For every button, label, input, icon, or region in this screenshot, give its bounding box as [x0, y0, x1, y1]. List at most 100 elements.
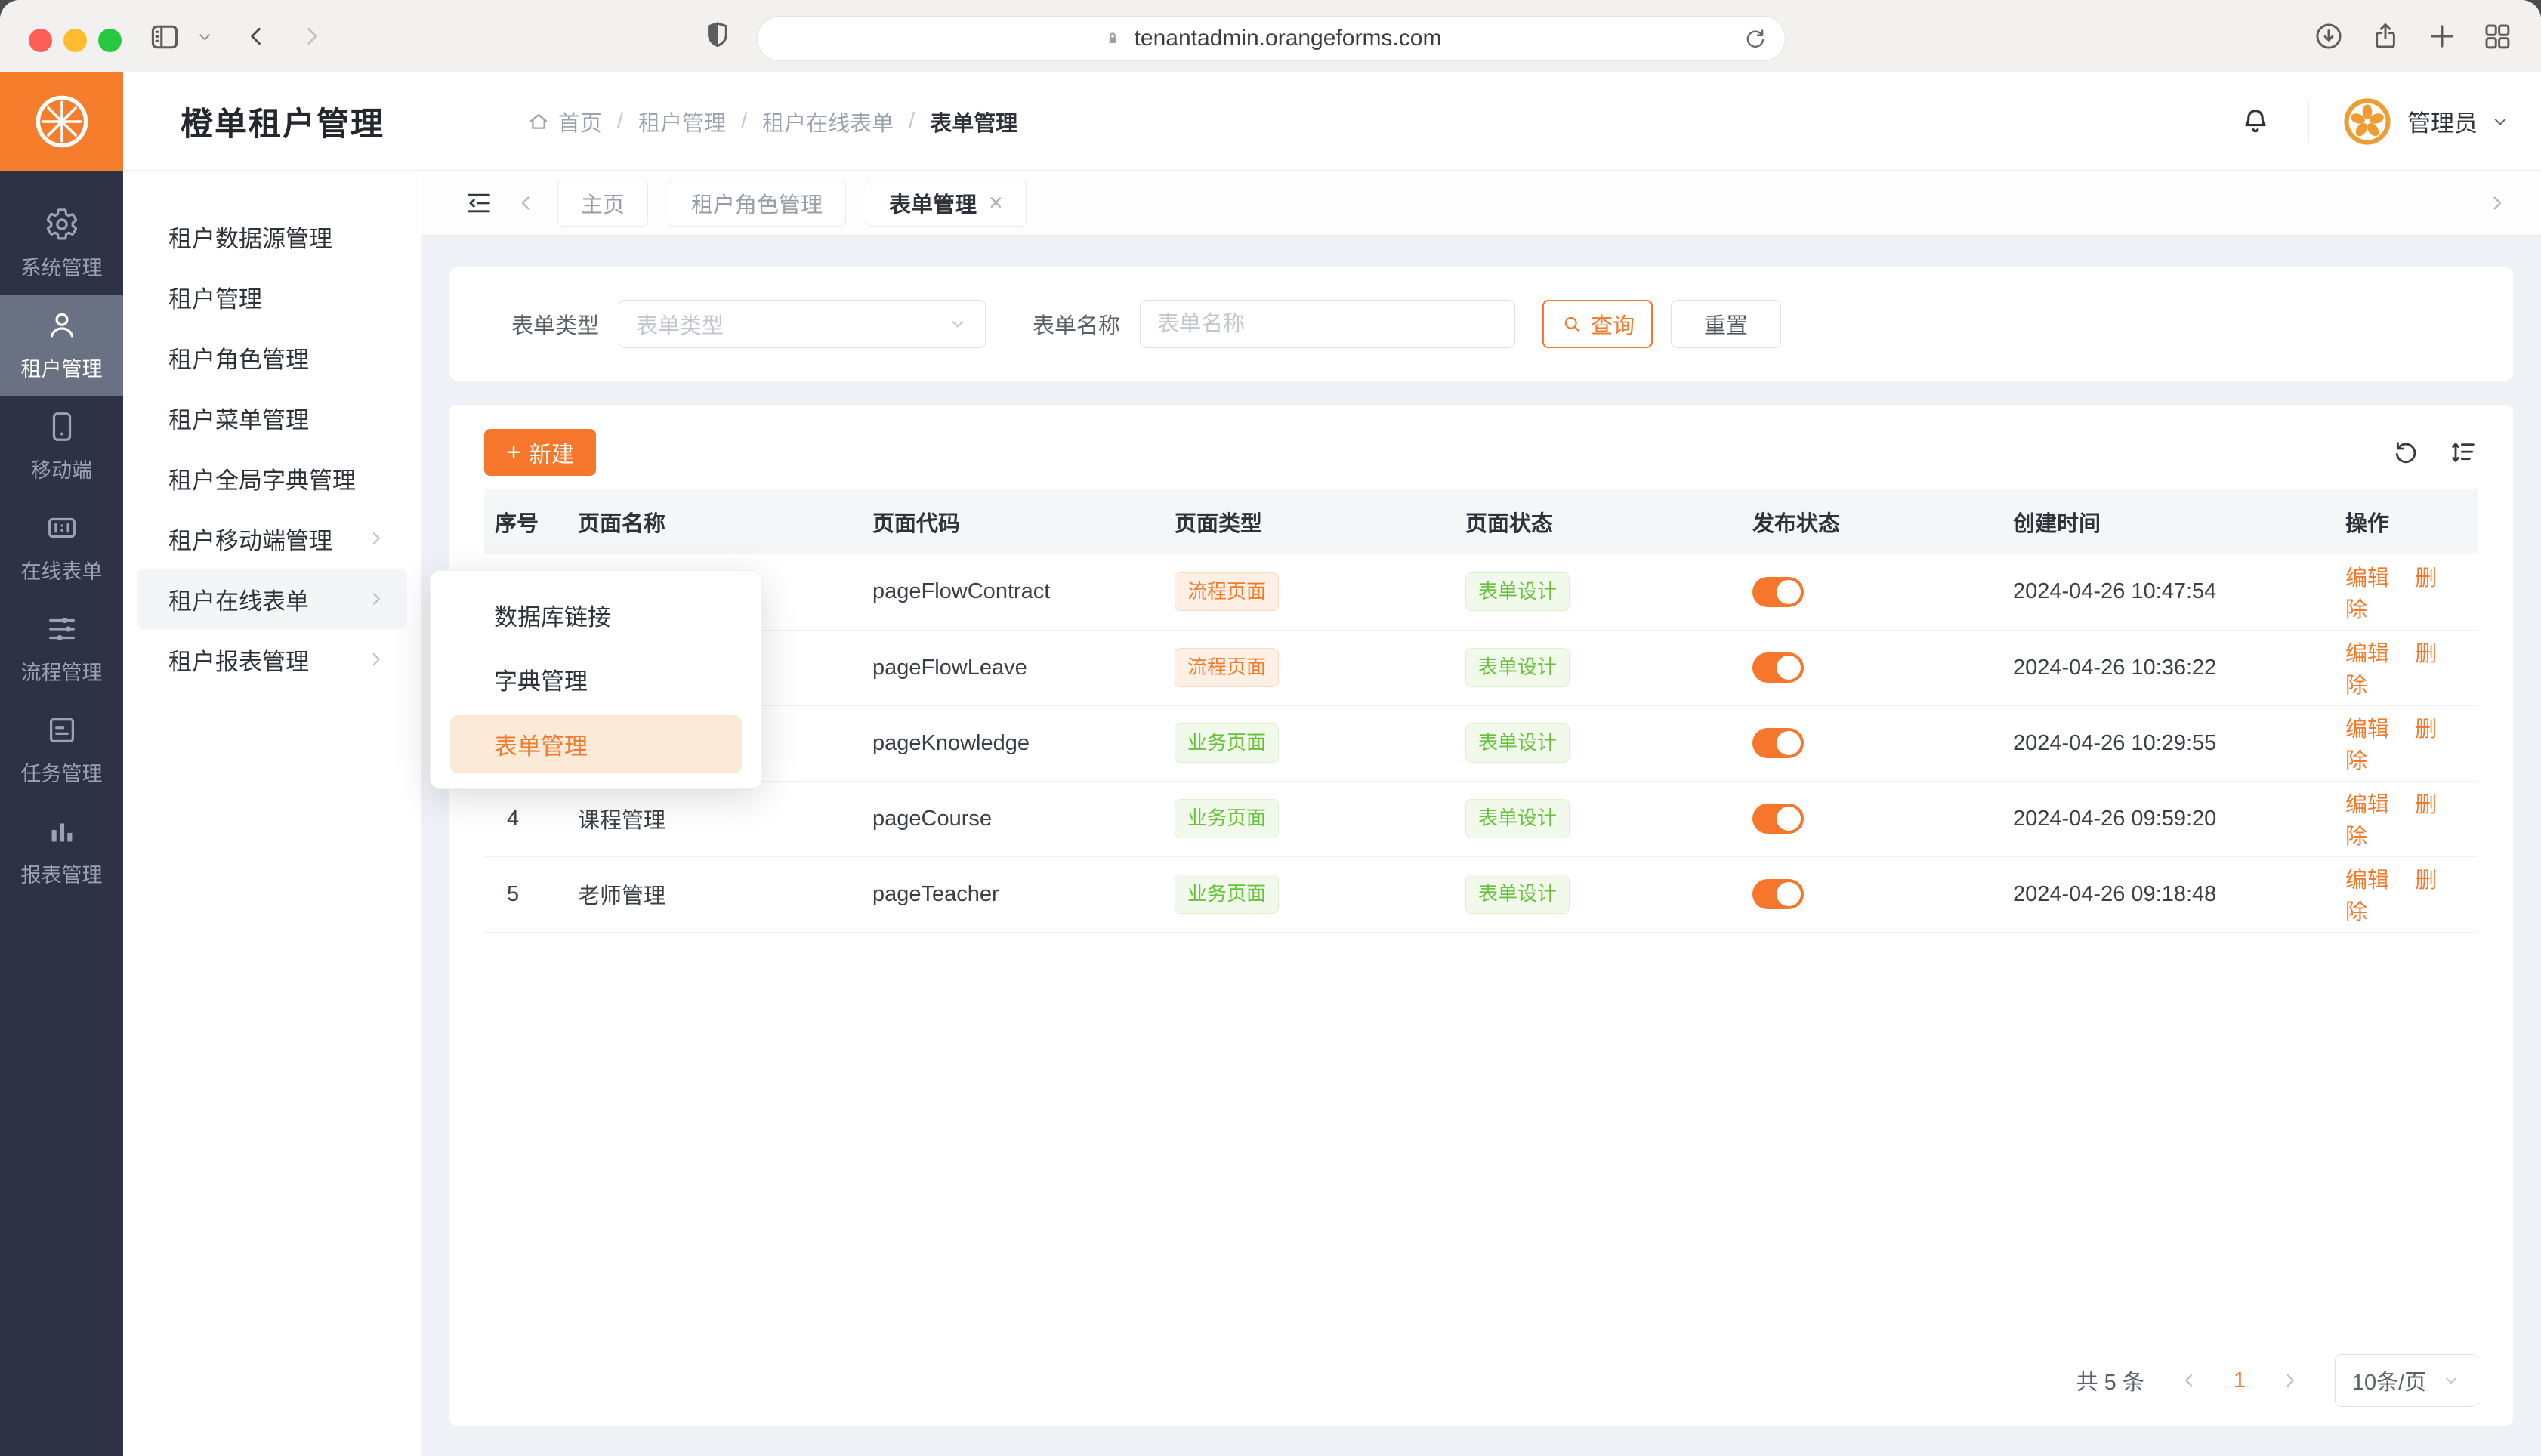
new-button[interactable]: + 新建 [484, 429, 596, 476]
user-icon [45, 308, 79, 343]
edit-link[interactable]: 编辑 [2345, 717, 2389, 742]
reset-button[interactable]: 重置 [1671, 300, 1781, 348]
secondary-nav-item[interactable]: 租户管理 [137, 267, 407, 327]
tab-label: 表单管理 [889, 187, 977, 219]
lock-icon [1101, 27, 1124, 50]
page-title: 橙单租户管理 [181, 98, 384, 145]
page-size-select[interactable]: 10条/页 [2335, 1354, 2478, 1407]
secondary-nav-label: 租户报表管理 [168, 643, 309, 677]
form-name-label: 表单名称 [1033, 308, 1120, 340]
close-window-button[interactable] [29, 29, 52, 52]
next-page-icon[interactable] [2279, 1369, 2302, 1392]
content: 表单类型 表单类型 表单名称 查询 重置 [421, 236, 2541, 1456]
search-icon [1561, 313, 1583, 335]
primary-nav-item[interactable]: 在线表单 [0, 497, 123, 598]
submenu-item-label: 表单管理 [494, 727, 588, 761]
tab-overview-icon[interactable] [2481, 20, 2513, 52]
submenu-item[interactable]: 数据库链接 [450, 586, 742, 644]
secondary-nav-item[interactable]: 租户数据源管理 [137, 206, 407, 267]
zoom-window-button[interactable] [98, 29, 122, 52]
table-toolbar: + 新建 [484, 405, 2478, 489]
secondary-nav-label: 租户在线表单 [168, 582, 309, 616]
tab-label: 租户角色管理 [691, 187, 823, 219]
edit-link[interactable]: 编辑 [2345, 868, 2389, 893]
tabs-scroll-left-icon[interactable] [514, 191, 538, 215]
row-page-code: pageFlowContract [862, 554, 1164, 630]
breadcrumb-item[interactable]: / 表单管理 [894, 106, 1017, 137]
new-tab-icon[interactable] [2426, 20, 2458, 52]
minimize-window-button[interactable] [63, 29, 87, 52]
refresh-icon[interactable] [2391, 437, 2421, 467]
chevron-down-icon[interactable] [195, 27, 215, 47]
collapse-menu-icon[interactable] [464, 188, 494, 218]
tab-label: 主页 [581, 187, 625, 219]
sliders-icon [45, 612, 79, 646]
address-bar[interactable]: tenantadmin.orangeforms.com [757, 16, 1786, 61]
orange-logo-icon [31, 91, 93, 153]
breadcrumb-item[interactable]: / 首页 [526, 106, 602, 137]
publish-toggle[interactable] [1752, 879, 1804, 909]
edit-link[interactable]: 编辑 [2345, 642, 2389, 666]
forward-icon[interactable] [296, 20, 328, 52]
privacy-shield-icon[interactable] [701, 19, 734, 52]
filter-bar: 表单类型 表单类型 表单名称 查询 重置 [449, 267, 2513, 381]
downloads-icon[interactable] [2313, 20, 2345, 52]
column-settings-icon[interactable] [2448, 437, 2478, 467]
prev-page-icon[interactable] [2178, 1369, 2200, 1392]
notification-bell-icon[interactable] [2239, 105, 2272, 138]
pagination: 共 5 条 1 10条/页 [484, 1344, 2478, 1417]
primary-nav-label: 系统管理 [21, 251, 103, 281]
page-type-tag: 业务页面 [1175, 799, 1279, 838]
tabs: 主页 × 租户角色管理 × 表单管理 × [557, 180, 1027, 227]
primary-nav-item[interactable]: 移动端 [0, 396, 123, 497]
secondary-nav-item[interactable]: 租户报表管理 [137, 629, 407, 689]
tab[interactable]: 表单管理 × [866, 180, 1027, 227]
plus-icon: + [506, 440, 521, 465]
primary-nav-item[interactable]: 报表管理 [0, 800, 123, 902]
edit-link[interactable]: 编辑 [2345, 793, 2389, 817]
primary-nav-item[interactable]: 租户管理 [0, 295, 123, 396]
back-icon[interactable] [240, 20, 272, 52]
primary-nav-label: 任务管理 [21, 757, 103, 787]
primary-nav-item[interactable]: 系统管理 [0, 193, 123, 295]
secondary-nav-item[interactable]: 租户移动端管理 [137, 508, 407, 569]
primary-nav-item[interactable]: 任务管理 [0, 699, 123, 800]
app-logo[interactable] [0, 72, 123, 171]
page-number[interactable]: 1 [2234, 1368, 2246, 1393]
tab[interactable]: 主页 × [557, 180, 648, 227]
app-header: 橙单租户管理 / 首页 / 租户管理 / 租户在线表单 / 表单 [0, 72, 2541, 171]
breadcrumb-item[interactable]: / 租户在线表单 [726, 106, 894, 137]
share-icon[interactable] [2370, 20, 2401, 52]
tab[interactable]: 租户角色管理 × [668, 180, 846, 227]
secondary-sidebar: 租户数据源管理 租户管理 租户角色管理 租户菜单管理 租户全局字典管理 租户移动… [123, 171, 421, 1456]
tasks-icon [45, 713, 79, 748]
submenu-item[interactable]: 表单管理 [450, 715, 742, 773]
secondary-nav-item[interactable]: 租户全局字典管理 [137, 448, 407, 508]
publish-toggle[interactable] [1752, 577, 1804, 607]
sidebar-toggle-icon[interactable] [148, 20, 181, 54]
publish-toggle[interactable] [1752, 728, 1804, 758]
publish-toggle[interactable] [1752, 804, 1804, 834]
avatar[interactable] [2342, 97, 2392, 147]
form-name-input[interactable] [1140, 300, 1515, 348]
row-page-code: pageKnowledge [862, 705, 1164, 781]
form-type-select[interactable]: 表单类型 [619, 300, 986, 348]
secondary-nav-item[interactable]: 租户菜单管理 [137, 387, 407, 448]
tabs-scroll-right-icon[interactable] [2485, 191, 2509, 215]
chevron-down-icon[interactable] [2490, 111, 2511, 132]
secondary-nav-item[interactable]: 租户在线表单 [137, 569, 407, 629]
search-button[interactable]: 查询 [1542, 300, 1653, 348]
breadcrumb-separator: / [909, 109, 915, 134]
edit-link[interactable]: 编辑 [2345, 566, 2389, 591]
breadcrumb-item[interactable]: / 租户管理 [602, 106, 726, 137]
publish-toggle[interactable] [1752, 652, 1804, 683]
user-name[interactable]: 管理员 [2407, 104, 2478, 138]
column-header: 创建时间 [2002, 489, 2335, 554]
page-status-tag: 表单设计 [1465, 572, 1570, 611]
chevron-down-icon [947, 313, 968, 335]
tab-close-icon[interactable]: × [989, 189, 1003, 217]
submenu-item[interactable]: 字典管理 [450, 650, 742, 708]
secondary-nav-item[interactable]: 租户角色管理 [137, 327, 407, 387]
primary-nav-item[interactable]: 流程管理 [0, 598, 123, 699]
reload-icon[interactable] [1743, 26, 1768, 51]
